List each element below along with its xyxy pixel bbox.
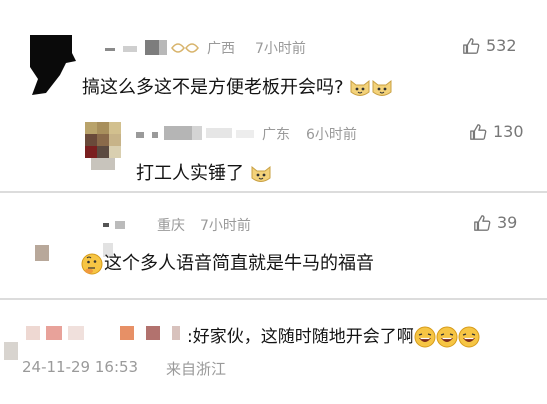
thinking-face-icon: [81, 253, 103, 275]
comment-card-3[interactable]: 重庆 7小时前 39 这个多人语音简直就是牛马的福音: [0, 193, 547, 297]
comment-location: 广西: [207, 41, 235, 57]
cat-face-icon: [372, 79, 392, 96]
cat-face-icon: [251, 165, 271, 182]
like-count: 130: [493, 122, 524, 141]
username-blurred[interactable]: [136, 126, 258, 142]
like-button[interactable]: 532: [462, 36, 517, 55]
like-count: 39: [497, 213, 518, 232]
username-blurred[interactable]: [0, 322, 200, 362]
comment-text: :好家伙，这随时随地开会了啊: [187, 322, 480, 348]
comment-text: 这个多人语音简直就是牛马的福音: [80, 249, 374, 276]
comment-text: 打工人实锤了: [136, 159, 272, 185]
thumbs-up-icon: [474, 214, 491, 231]
thumbs-up-icon: [470, 123, 487, 140]
username-blurred[interactable]: [105, 40, 200, 56]
laughing-face-icon: [414, 326, 436, 348]
like-button[interactable]: 130: [469, 122, 524, 141]
laughing-face-icon: [458, 326, 480, 348]
comment-time: 7小时前: [200, 218, 251, 234]
comment-time: 7小时前: [255, 41, 306, 57]
like-button[interactable]: 39: [473, 213, 517, 232]
comment-datetime: 24-11-29 16:53: [22, 358, 139, 376]
username-blurred[interactable]: [33, 211, 133, 261]
like-count: 532: [486, 36, 517, 55]
avatar[interactable]: [24, 35, 80, 95]
comment-text: 搞这么多这不是方便老板开会吗?: [82, 73, 393, 99]
decorative-badge-icon: [171, 43, 199, 53]
laughing-face-icon: [436, 326, 458, 348]
comment-location: 广东: [262, 127, 290, 143]
cat-face-icon: [350, 79, 370, 96]
comment-location: 重庆: [157, 218, 185, 234]
comment-card-2[interactable]: 广东 6小时前 130 打工人实锤了: [0, 104, 547, 190]
avatar[interactable]: [85, 122, 121, 172]
thumbs-up-icon: [463, 37, 480, 54]
comment-card-1[interactable]: 广西 7小时前 532 搞这么多这不是方便老板开会吗?: [0, 0, 547, 104]
comment-time: 6小时前: [306, 127, 357, 143]
comment-source: 来自浙江: [166, 360, 227, 378]
comment-card-4[interactable]: :好家伙，这随时随地开会了啊 24-11-29 16:53 来自浙江: [0, 300, 547, 404]
